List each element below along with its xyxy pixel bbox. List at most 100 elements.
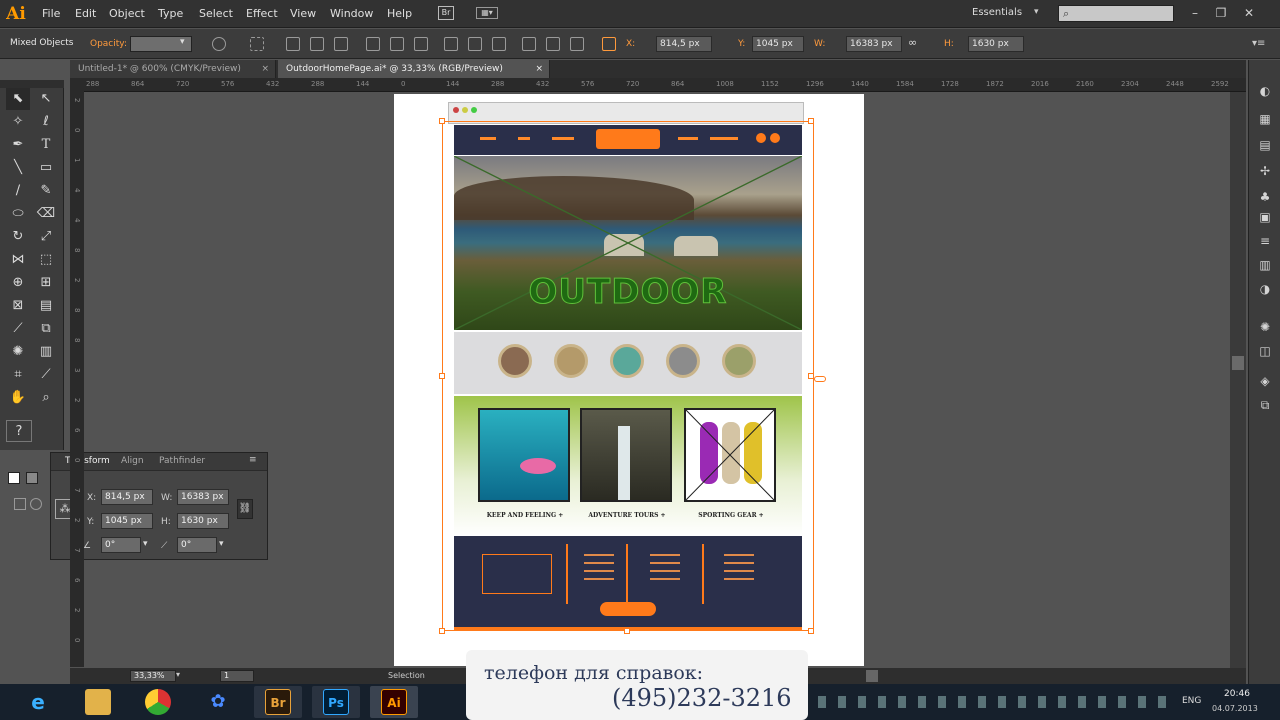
color-guide-icon[interactable]: ▦ [1256, 110, 1274, 128]
gradient-tool-icon[interactable]: ▤ [34, 295, 58, 317]
rotate-dropdown-icon[interactable]: ▾ [143, 539, 148, 549]
menu-select[interactable]: Select [199, 7, 233, 20]
artboard[interactable]: OUTDOOR KEEP AND FEELING + ADVENTURE TOU… [394, 94, 864, 666]
color-panel-icon[interactable]: ◐ [1256, 82, 1274, 100]
perspective-grid-tool-icon[interactable]: ⊞ [34, 272, 58, 294]
workspace-chevron-icon[interactable]: ▾ [1034, 7, 1039, 17]
x-field[interactable]: 814,5 px [656, 36, 712, 52]
brushes-panel-icon[interactable]: ✢ [1256, 162, 1274, 180]
magic-wand-tool-icon[interactable]: ✧ [6, 111, 30, 133]
menu-edit[interactable]: Edit [75, 7, 96, 20]
screen-mode-icon[interactable] [30, 498, 42, 510]
artboard-number-field[interactable]: 1 [220, 670, 254, 682]
tab-pathfinder[interactable]: Pathfinder [159, 456, 205, 466]
horizontal-ruler[interactable]: 288 864 720 576 432 288 144 0 144 288 432 576 720 864… [84, 78, 1246, 92]
shape-builder-tool-icon[interactable]: ⊕ [6, 272, 30, 294]
layers-panel-icon[interactable]: ◈ [1256, 372, 1274, 390]
align-to-selection-icon[interactable] [250, 37, 264, 51]
control-bar-menu-icon[interactable]: ▾≡ [1252, 38, 1265, 49]
appearance-panel-icon[interactable]: ✺ [1256, 318, 1274, 336]
line-tool-icon[interactable]: ╲ [6, 157, 30, 179]
artboard-tool-icon[interactable]: ⌗ [6, 364, 30, 386]
type-tool-icon[interactable]: T [34, 134, 58, 156]
lasso-tool-icon[interactable]: ℓ [34, 111, 58, 133]
tab-untitled-1[interactable]: Untitled-1* @ 600% (CMYK/Preview) × [70, 60, 276, 78]
clock-time[interactable]: 20:46 [1224, 689, 1250, 699]
selection-tool-icon[interactable]: ⬉ [6, 88, 30, 110]
menu-help[interactable]: Help [387, 7, 412, 20]
menu-view[interactable]: View [290, 7, 316, 20]
horizontal-distribute-right-icon[interactable] [570, 37, 584, 51]
vertical-distribute-top-icon[interactable] [444, 37, 458, 51]
graphic-styles-icon[interactable]: ▣ [1256, 208, 1274, 226]
vertical-scrollbar-thumb[interactable] [1232, 356, 1244, 370]
selection-handle[interactable] [808, 118, 814, 124]
vertical-scrollbar[interactable] [1230, 92, 1246, 668]
bridge-button[interactable]: Br [438, 6, 454, 20]
drawing-mode-icon[interactable] [14, 498, 26, 510]
taskbar-illustrator-icon[interactable]: Ai [370, 686, 418, 718]
stroke-color-swatch[interactable] [26, 472, 38, 484]
column-graph-tool-icon[interactable]: ▥ [34, 341, 58, 363]
horizontal-distribute-center-icon[interactable] [546, 37, 560, 51]
rotate-handle-icon[interactable] [814, 376, 826, 382]
taskbar-photoshop-icon[interactable]: Ps [312, 686, 360, 718]
selection-handle[interactable] [624, 628, 630, 634]
tab-align[interactable]: Align [121, 456, 144, 466]
taskbar-ie-icon[interactable]: e [14, 686, 62, 718]
vertical-distribute-center-icon[interactable] [468, 37, 482, 51]
constrain-proportions-icon[interactable]: ∞ [908, 36, 917, 49]
restore-window-icon[interactable]: ❐ [1210, 4, 1232, 22]
blend-tool-icon[interactable]: ⧉ [34, 318, 58, 340]
panel-menu-icon[interactable]: ≡ [249, 455, 257, 465]
gradient-panel-icon[interactable]: ▥ [1256, 256, 1274, 274]
selection-handle[interactable] [439, 118, 445, 124]
transparency-panel-icon[interactable]: ◑ [1256, 280, 1274, 298]
arrange-documents-icon[interactable]: ▦▾ [476, 7, 498, 19]
selection-handle[interactable] [439, 373, 445, 379]
pen-tool-icon[interactable]: ✒ [6, 134, 30, 156]
transform-y-field[interactable]: 1045 px [101, 513, 153, 529]
width-tool-icon[interactable]: ⋈ [6, 249, 30, 271]
eyedropper-tool-icon[interactable]: ⟋ [6, 318, 30, 340]
symbol-sprayer-tool-icon[interactable]: ✺ [6, 341, 30, 363]
direct-selection-tool-icon[interactable]: ↖ [34, 88, 58, 110]
graphic-styles-panel-icon[interactable]: ◫ [1256, 342, 1274, 360]
language-indicator[interactable]: ENG [1182, 696, 1201, 706]
menu-file[interactable]: File [42, 7, 60, 20]
vertical-align-center-icon[interactable] [390, 37, 404, 51]
free-transform-tool-icon[interactable]: ⬚ [34, 249, 58, 271]
eraser-tool-icon[interactable]: ⌫ [34, 203, 58, 225]
horizontal-scrollbar-thumb[interactable] [866, 670, 878, 682]
slice-tool-icon[interactable]: ⟋ [34, 364, 58, 386]
close-window-icon[interactable]: ✕ [1238, 4, 1260, 22]
taskbar-explorer-icon[interactable] [74, 686, 122, 718]
vertical-ruler[interactable]: 2 0 1 4 4 8 2 8 8 3 2 6 0 7 2 7 6 2 0 [70, 92, 84, 667]
ruler-origin[interactable] [70, 78, 84, 92]
minimize-window-icon[interactable]: – [1184, 4, 1206, 22]
recolor-artwork-icon[interactable] [212, 37, 226, 51]
clock-date[interactable]: 04.07.2013 [1212, 704, 1258, 713]
hand-tool-icon[interactable]: ✋ [6, 387, 30, 409]
rotate-angle-field[interactable]: 0° [101, 537, 141, 553]
menu-type[interactable]: Type [158, 7, 183, 20]
width-field[interactable]: 16383 px [846, 36, 902, 52]
search-help-input[interactable]: ⌕ [1058, 5, 1174, 22]
paintbrush-tool-icon[interactable]: ∕ [6, 180, 30, 202]
menu-object[interactable]: Object [109, 7, 145, 20]
menu-window[interactable]: Window [330, 7, 373, 20]
transform-h-field[interactable]: 1630 px [177, 513, 229, 529]
shear-angle-field[interactable]: 0° [177, 537, 217, 553]
opacity-dropdown-icon[interactable]: ▾ [180, 37, 185, 47]
help-question-icon[interactable]: ? [6, 420, 32, 442]
taskbar-app-icon[interactable]: ✿ [194, 686, 242, 718]
selection-bounding-box[interactable] [442, 121, 814, 631]
horizontal-distribute-left-icon[interactable] [522, 37, 536, 51]
taskbar-chrome-icon[interactable] [134, 686, 182, 718]
system-tray-icons[interactable] [818, 696, 1178, 708]
horizontal-align-right-icon[interactable] [334, 37, 348, 51]
constrain-link-icon[interactable]: ⛓ [237, 499, 253, 519]
height-field[interactable]: 1630 px [968, 36, 1024, 52]
zoom-dropdown-icon[interactable]: ▾ [176, 670, 180, 679]
blob-brush-tool-icon[interactable]: ⬭ [6, 203, 30, 225]
